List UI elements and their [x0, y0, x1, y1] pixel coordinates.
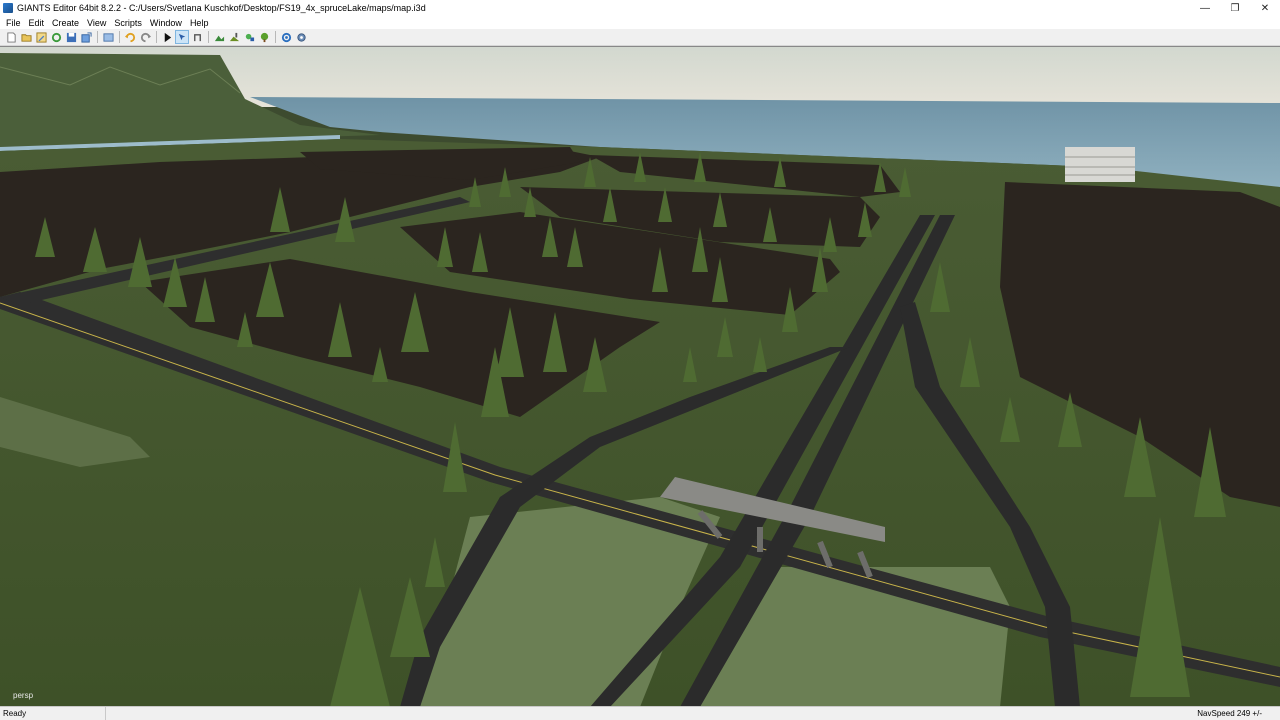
- toolbar: [0, 29, 1280, 46]
- redo-icon[interactable]: [138, 30, 152, 44]
- close-button[interactable]: ✕: [1250, 0, 1280, 16]
- app-icon: [3, 3, 13, 13]
- terrain-paint-icon[interactable]: [227, 30, 241, 44]
- perspective-viewport[interactable]: persp: [0, 46, 1280, 706]
- window-controls: — ❐ ✕: [1190, 0, 1280, 16]
- save-icon[interactable]: [64, 30, 78, 44]
- menu-scripts[interactable]: Scripts: [110, 18, 146, 28]
- scene-render: [0, 47, 1280, 706]
- menu-help[interactable]: Help: [186, 18, 213, 28]
- undo-icon[interactable]: [123, 30, 137, 44]
- window-title: GIANTS Editor 64bit 8.2.2 - C:/Users/Sve…: [17, 3, 426, 13]
- menu-edit[interactable]: Edit: [25, 18, 49, 28]
- paint-tree-icon[interactable]: [257, 30, 271, 44]
- new-icon[interactable]: [4, 30, 18, 44]
- menu-file[interactable]: File: [2, 18, 25, 28]
- export-icon[interactable]: [79, 30, 93, 44]
- title-bar: GIANTS Editor 64bit 8.2.2 - C:/Users/Sve…: [0, 0, 1280, 16]
- toolbar-separator: [208, 31, 209, 43]
- nav-speed-readout: NavSpeed 249 +/-: [1197, 709, 1262, 718]
- toolbar-separator: [156, 31, 157, 43]
- minimize-button[interactable]: —: [1190, 0, 1220, 16]
- menu-bar: File Edit Create View Scripts Window Hel…: [0, 16, 1280, 29]
- refresh-icon[interactable]: [279, 30, 293, 44]
- foliage-paint-icon[interactable]: [242, 30, 256, 44]
- undo-history-icon[interactable]: [101, 30, 115, 44]
- maximize-button[interactable]: ❐: [1220, 0, 1250, 16]
- status-bar: Ready NavSpeed 249 +/-: [0, 706, 1280, 720]
- camera-label: persp: [13, 691, 34, 700]
- reload-icon[interactable]: [49, 30, 63, 44]
- open-icon[interactable]: [19, 30, 33, 44]
- status-text: Ready: [0, 707, 106, 720]
- toolbar-separator: [119, 31, 120, 43]
- settings-icon[interactable]: [294, 30, 308, 44]
- save-as-icon[interactable]: [34, 30, 48, 44]
- menu-view[interactable]: View: [83, 18, 110, 28]
- select-tool-icon[interactable]: [175, 30, 189, 44]
- toolbar-separator: [97, 31, 98, 43]
- move-tool-icon[interactable]: [190, 30, 204, 44]
- toolbar-separator: [275, 31, 276, 43]
- menu-create[interactable]: Create: [48, 18, 83, 28]
- menu-window[interactable]: Window: [146, 18, 186, 28]
- terrain-sculpt-icon[interactable]: [212, 30, 226, 44]
- play-icon[interactable]: [160, 30, 174, 44]
